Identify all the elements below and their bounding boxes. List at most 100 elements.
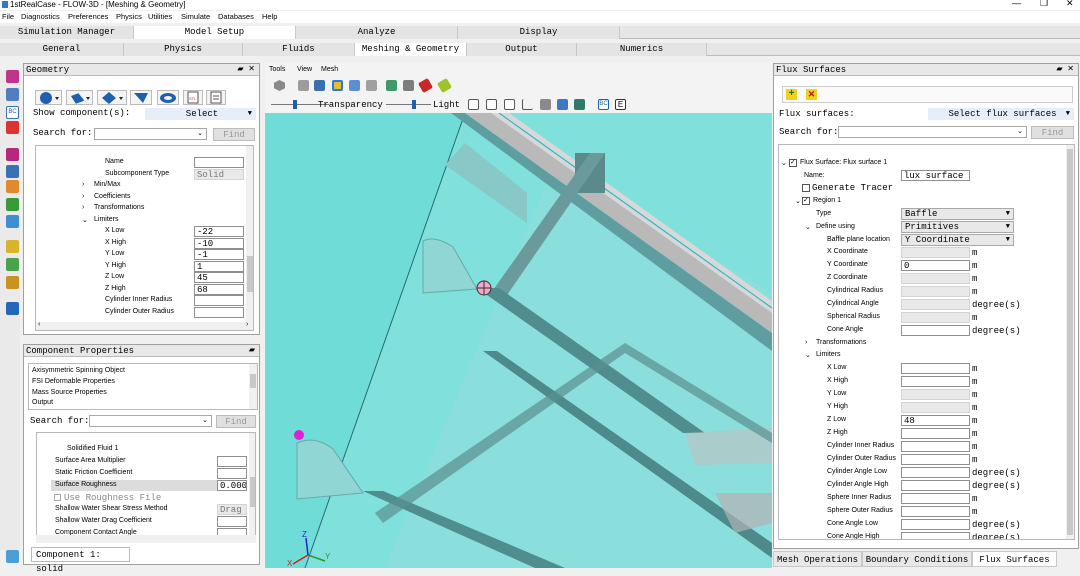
menu-help[interactable]: Help [262, 12, 277, 21]
menu-file[interactable]: File [2, 12, 14, 21]
geometry-prop-value[interactable] [194, 157, 244, 168]
geometry-prop-label[interactable]: Min/Max [94, 181, 120, 188]
flux-field-input[interactable] [901, 532, 970, 539]
tab-model-setup[interactable]: Model Setup [134, 26, 296, 39]
hexagon-icon[interactable] [274, 80, 285, 91]
flux-field-input[interactable] [901, 325, 970, 336]
add-cone-button[interactable] [130, 90, 152, 105]
view-xy-icon[interactable] [468, 99, 479, 110]
tab-general[interactable]: General [0, 43, 124, 56]
component-prop-label[interactable]: Static Friction Coefficient [55, 469, 132, 476]
flux-field-input[interactable] [901, 363, 970, 374]
component-prop-value[interactable] [217, 516, 247, 527]
transparency-slider-handle[interactable] [293, 100, 297, 109]
list-scrollbar[interactable] [249, 364, 257, 409]
baffle-plane-select[interactable]: Y Coordinate ▼ [901, 234, 1014, 246]
tab-numerics[interactable]: Numerics [577, 43, 707, 56]
tab-output[interactable]: Output [467, 43, 577, 56]
transformations-label[interactable]: Transformations [816, 339, 866, 346]
define-using-select[interactable]: Primitives ▼ [901, 221, 1014, 233]
viewport-menu-view[interactable]: View [297, 66, 312, 73]
component-tree-scrollbar[interactable] [249, 433, 255, 539]
scroll-left-icon[interactable]: ‹ [38, 321, 40, 328]
history-tool-icon[interactable] [6, 240, 19, 253]
menu-simulate[interactable]: Simulate [181, 12, 210, 21]
tree-collapse-icon[interactable]: ⌄ [805, 351, 811, 359]
component-prop-label[interactable]: Surface Area Multiplier [55, 457, 125, 464]
menu-utilities[interactable]: Utilities [148, 12, 172, 21]
list-item[interactable]: FSI Deformable Properties [32, 378, 115, 385]
flux-field-input[interactable] [901, 441, 970, 452]
scroll-thumb[interactable] [250, 477, 255, 507]
tree-expand-icon[interactable]: › [82, 193, 84, 200]
settings-tool-icon[interactable] [6, 550, 19, 563]
flux-name-input[interactable]: lux surface 1 [901, 170, 970, 181]
close-button[interactable]: ✕ [1066, 0, 1074, 8]
tree-expand-icon[interactable]: › [805, 339, 807, 346]
scroll-thumb[interactable] [250, 374, 256, 388]
output-tool-icon[interactable] [6, 165, 19, 178]
print-icon[interactable] [298, 80, 309, 91]
tab-mesh-operations[interactable]: Mesh Operations [773, 551, 862, 567]
delete-icon[interactable]: ✕ [806, 89, 817, 100]
component-prop-value[interactable] [217, 468, 247, 479]
tree-expand-icon[interactable]: › [82, 181, 84, 188]
menu-databases[interactable]: Databases [218, 12, 254, 21]
limiters-label[interactable]: Limiters [816, 351, 841, 358]
run-tool-icon[interactable] [6, 302, 19, 315]
e-view-icon[interactable]: E [615, 99, 626, 110]
viewport-3d[interactable]: Tools View Mesh Transparency Light BC E [265, 63, 772, 568]
geometry-prop-value[interactable]: 1 [194, 260, 244, 272]
geometry-prop-value[interactable]: -22 [194, 226, 244, 237]
geometry-search-input[interactable]: ⌄ [94, 128, 207, 140]
flux-field-input[interactable] [901, 493, 970, 504]
type-select[interactable]: Baffle ▼ [901, 208, 1014, 220]
geometry-prop-value[interactable] [194, 306, 244, 318]
tree-collapse-icon[interactable]: ⌄ [805, 223, 811, 231]
tab-meshing-geometry[interactable]: Meshing & Geometry [355, 43, 467, 56]
geometry-prop-label[interactable]: Coefficients [94, 193, 130, 200]
hand-icon[interactable] [366, 80, 377, 91]
list-item[interactable]: Mass Source Properties [32, 389, 107, 396]
component-prop-label[interactable]: Shallow Water Drag Coefficient [55, 517, 152, 524]
generate-tracer-checkbox[interactable] [802, 184, 810, 192]
color-view-icon[interactable] [557, 99, 568, 110]
maximize-button[interactable]: ❐ [1040, 0, 1048, 8]
geometry-prop-value[interactable]: 45 [194, 272, 244, 283]
axes-view-icon[interactable] [522, 99, 533, 110]
initial-tool-icon[interactable] [6, 121, 19, 134]
flux-root-checkbox[interactable]: ✓ [789, 159, 797, 167]
geometry-vertical-scrollbar[interactable] [246, 146, 253, 322]
component-prop-label[interactable]: Shallow Water Shear Stress Method [55, 505, 168, 512]
use-roughness-checkbox[interactable] [54, 494, 61, 501]
flux-root-label[interactable]: Flux Surface: Flux surface 1 [800, 159, 887, 166]
flux-tree-scrollbar[interactable] [1066, 145, 1074, 539]
geometry-prop-value[interactable]: 68 [194, 283, 244, 295]
tree-collapse-icon[interactable]: ⌄ [795, 197, 801, 205]
tree-expand-icon[interactable]: › [82, 204, 84, 211]
tree-collapse-icon[interactable]: ⌄ [781, 159, 787, 167]
add-box-button[interactable] [97, 90, 127, 105]
geometry-prop-label[interactable]: Transformations [94, 204, 144, 211]
probe-marker-icon[interactable] [476, 280, 492, 296]
list-item[interactable]: Axisymmetric Spinning Object [32, 367, 125, 374]
tab-display[interactable]: Display [458, 26, 620, 39]
region-checkbox[interactable]: ✓ [802, 197, 810, 205]
viewport-menu-tools[interactable]: Tools [269, 66, 285, 73]
tab-physics[interactable]: Physics [124, 43, 243, 56]
minimize-button[interactable]: — [1012, 0, 1021, 8]
geometry-tool-icon[interactable] [6, 70, 19, 83]
flux-field-input[interactable]: 48 [901, 415, 970, 426]
magenta-marker-icon[interactable] [294, 430, 304, 440]
tab-flux-surfaces[interactable]: Flux Surfaces [972, 551, 1057, 567]
light-slider[interactable] [386, 104, 431, 105]
add-torus-button[interactable] [157, 90, 179, 105]
flux-field-input[interactable]: 0 [901, 260, 970, 271]
particles-tool-icon[interactable] [6, 148, 19, 161]
geometry-horizontal-scrollbar[interactable]: ‹ › [36, 321, 253, 330]
menu-physics[interactable]: Physics [116, 12, 142, 21]
flux-field-input[interactable] [901, 506, 970, 517]
geometry-prop-label[interactable]: Limiters [94, 216, 119, 223]
menu-diagnostics[interactable]: Diagnostics [21, 12, 60, 21]
baffle-tool-icon[interactable] [6, 198, 19, 211]
